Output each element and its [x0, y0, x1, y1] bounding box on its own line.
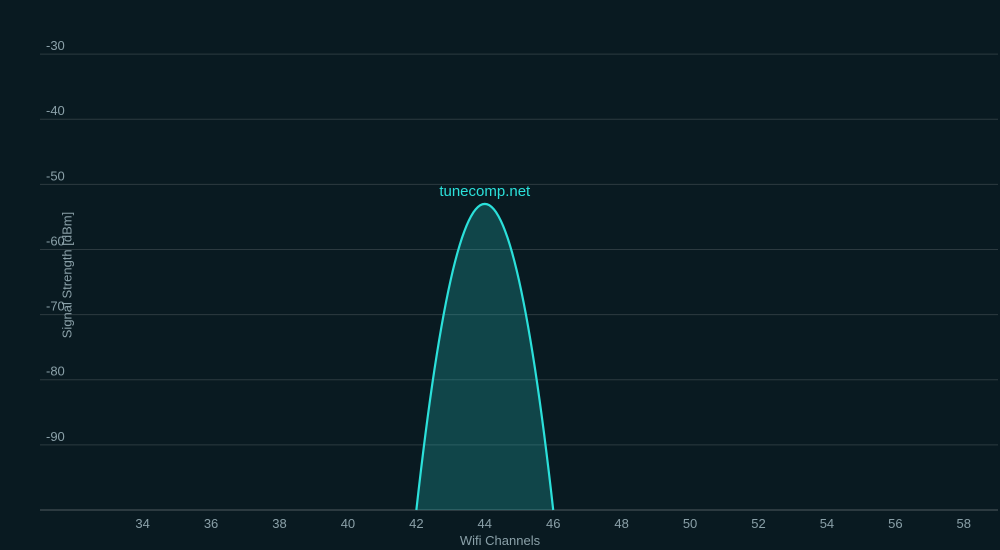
- x-tick-label: 46: [546, 516, 560, 531]
- x-tick-label: 34: [135, 516, 149, 531]
- x-tick-label: 50: [683, 516, 697, 531]
- x-tick-label: 38: [272, 516, 286, 531]
- y-tick-label: -50: [46, 168, 65, 183]
- x-tick-label: 40: [341, 516, 355, 531]
- y-axis-label: Signal Strength [dBm]: [60, 212, 75, 338]
- series-label: tunecomp.net: [439, 183, 531, 200]
- y-tick-label: -80: [46, 364, 65, 379]
- x-tick-label: 54: [820, 516, 834, 531]
- y-tick-label: -40: [46, 103, 65, 118]
- x-tick-label: 56: [888, 516, 902, 531]
- y-tick-label: -90: [46, 429, 65, 444]
- x-tick-label: 36: [204, 516, 218, 531]
- x-tick-label: 48: [614, 516, 628, 531]
- wifi-signal-chart: Signal Strength [dBm] -30-40-50-60-70-80…: [0, 0, 1000, 550]
- x-axis-label: Wifi Channels: [0, 533, 1000, 548]
- x-tick-label: 44: [478, 516, 492, 531]
- y-tick-label: -30: [46, 38, 65, 53]
- x-tick-label: 42: [409, 516, 423, 531]
- chart-svg: -30-40-50-60-70-80-903436384042444648505…: [0, 0, 1000, 550]
- x-tick-label: 58: [957, 516, 971, 531]
- x-tick-label: 52: [751, 516, 765, 531]
